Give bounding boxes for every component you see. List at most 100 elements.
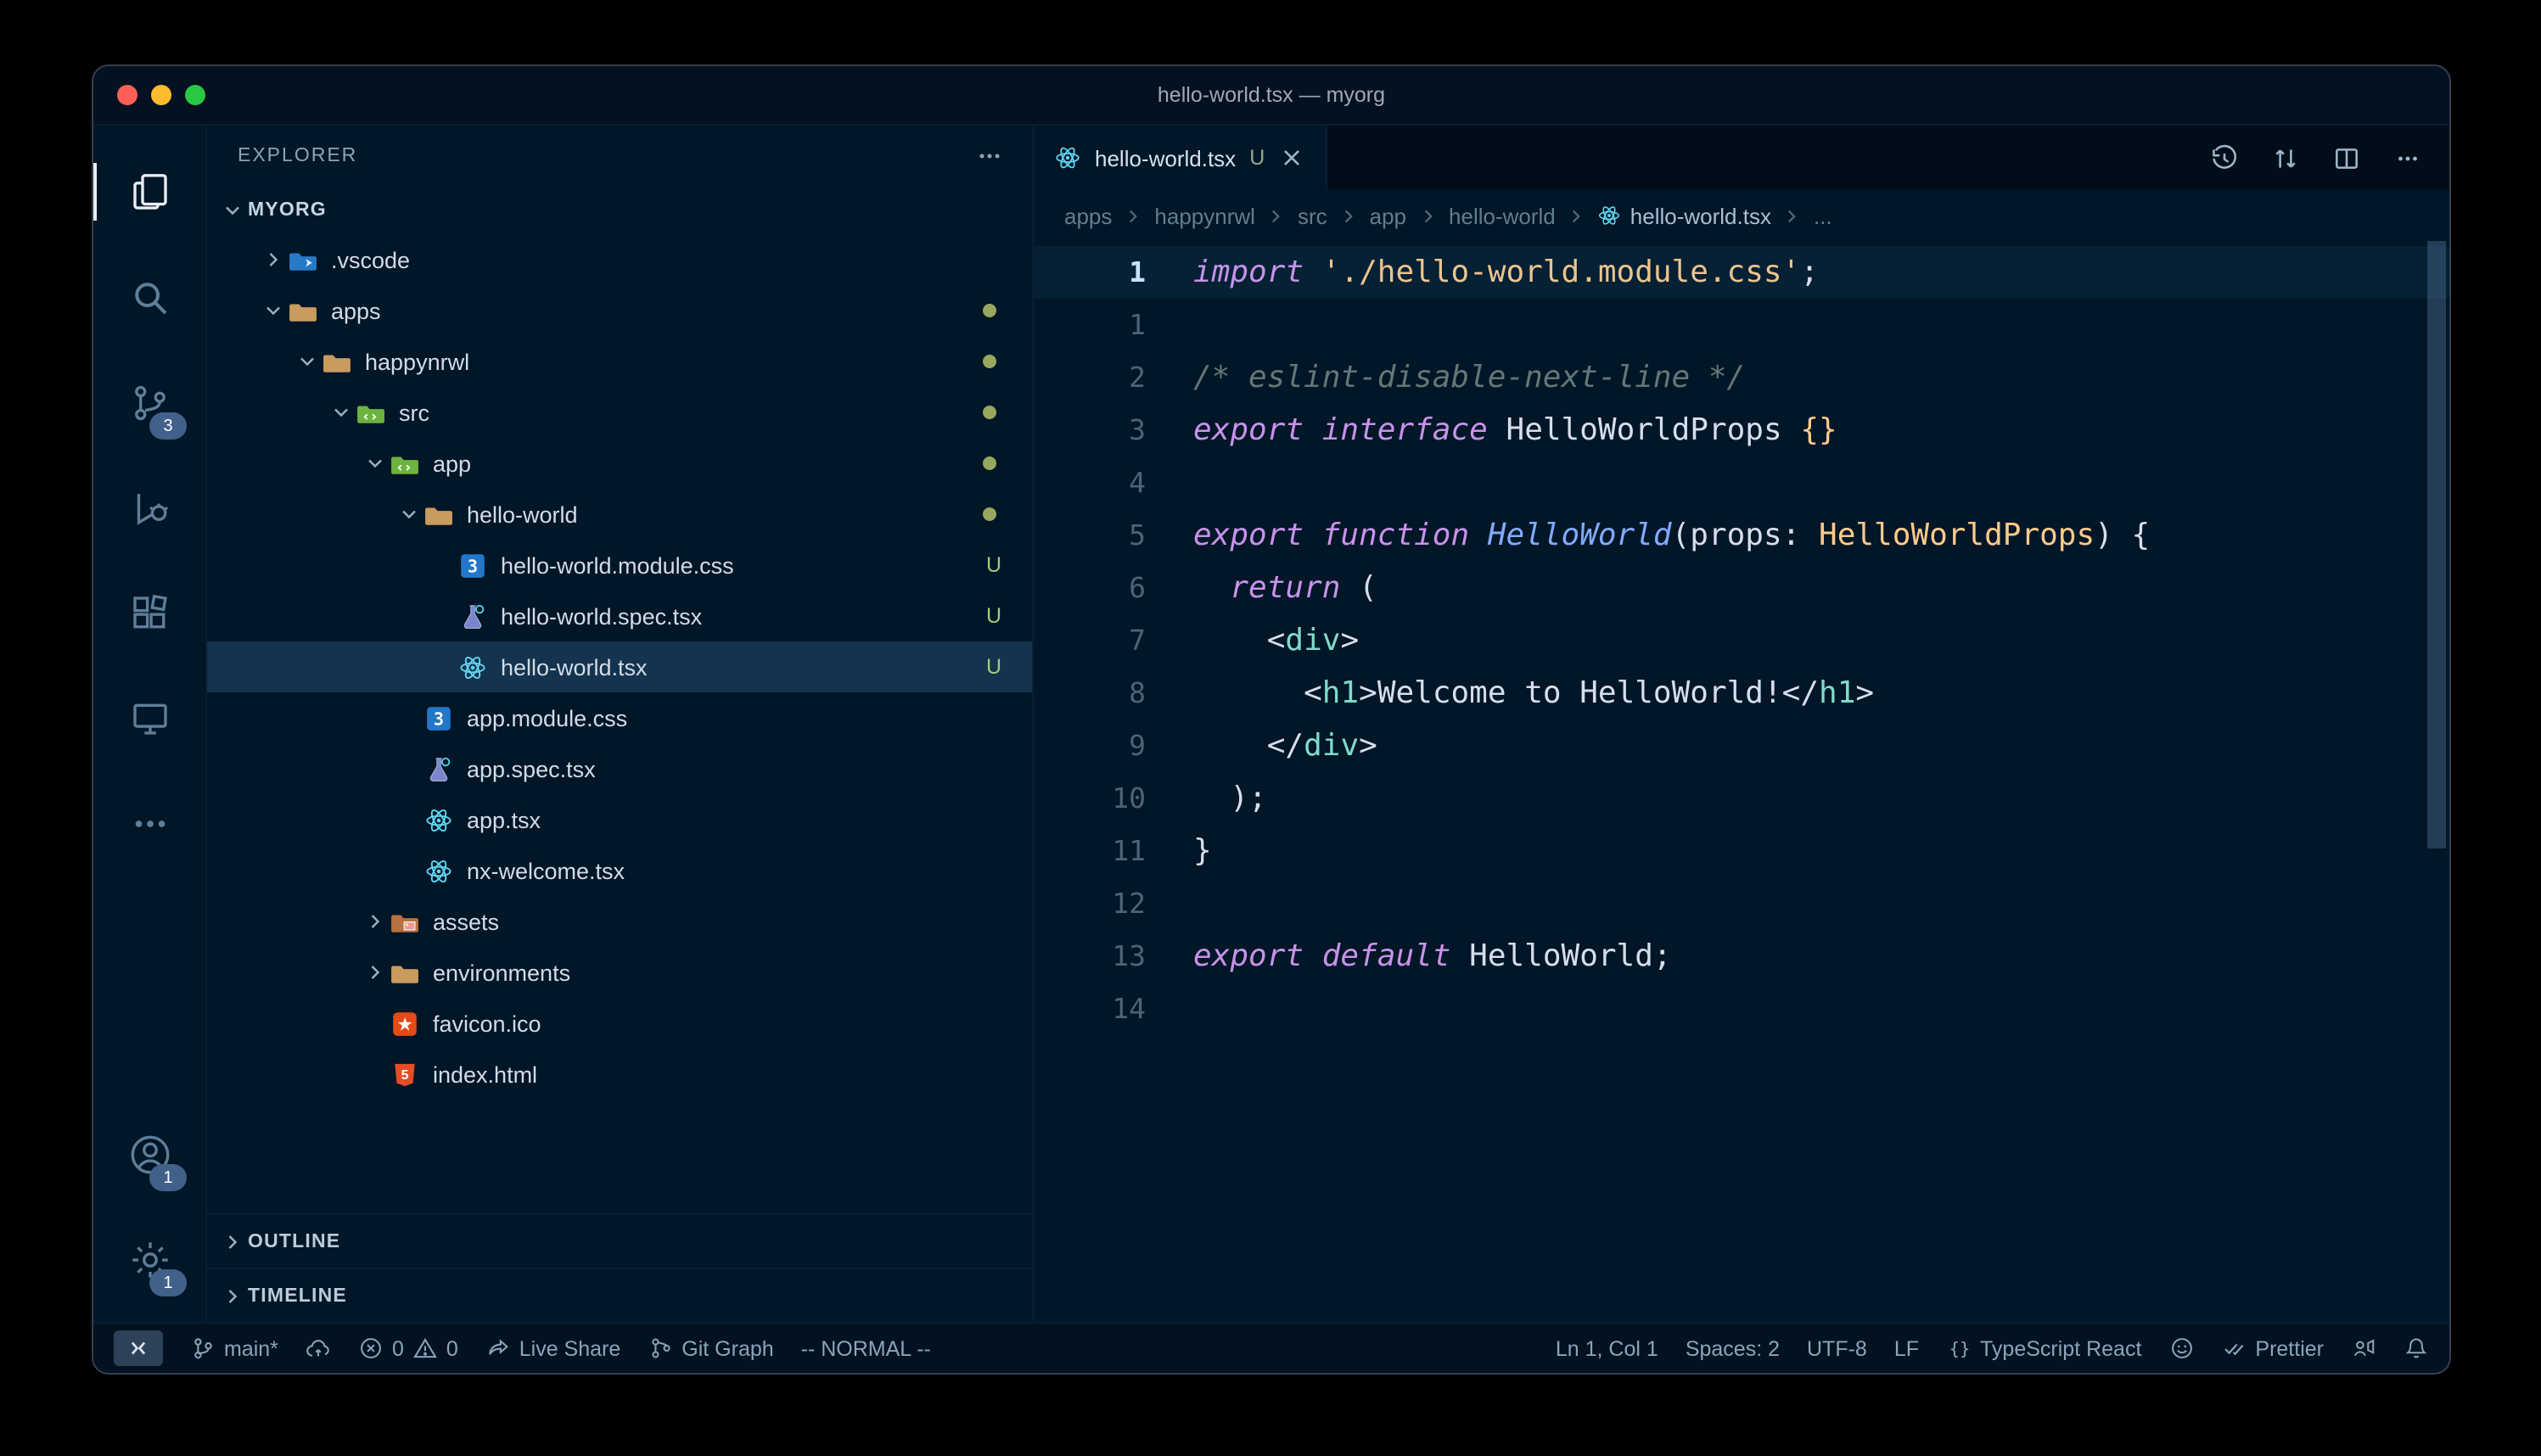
split-editor-icon[interactable] bbox=[2332, 143, 2361, 172]
section-timeline[interactable]: TIMELINE bbox=[207, 1268, 1032, 1322]
breadcrumb-hello-world.tsx[interactable]: hello-world.tsx bbox=[1598, 203, 1771, 228]
activity-item-search[interactable] bbox=[93, 244, 205, 350]
breadcrumb-hello-world[interactable]: hello-world bbox=[1449, 203, 1556, 228]
chevron-right-icon bbox=[1265, 204, 1287, 227]
status-sync-changes[interactable] bbox=[306, 1336, 331, 1361]
code-text bbox=[1146, 299, 1193, 351]
status-notifications[interactable] bbox=[2404, 1336, 2429, 1361]
tree-item-app.spec.tsx[interactable]: app.spec.tsx bbox=[207, 743, 1032, 794]
tree-item-.vscode[interactable]: .vscode bbox=[207, 234, 1032, 285]
breadcrumb-src[interactable]: src bbox=[1298, 203, 1327, 228]
status-git-branch[interactable]: main* bbox=[190, 1336, 278, 1361]
chevron-right-icon bbox=[217, 1228, 248, 1255]
tabs: hello-world.tsxU bbox=[1034, 126, 1327, 190]
breadcrumb-app[interactable]: app bbox=[1370, 203, 1406, 228]
code-text: ); bbox=[1146, 772, 1267, 825]
status-indentation[interactable]: Spaces: 2 bbox=[1686, 1336, 1780, 1360]
status-bar: main* 00 Live Share Git Graph -- NORMAL -- L… bbox=[93, 1322, 2449, 1373]
tree-item-label: favicon.ico bbox=[433, 1011, 541, 1036]
compare-icon[interactable] bbox=[2271, 143, 2300, 172]
tree-item-app.module.css[interactable]: 3app.module.css bbox=[207, 692, 1032, 743]
tree-item-app[interactable]: app bbox=[207, 438, 1032, 489]
code-text: import './hello-world.module.css'; bbox=[1146, 246, 1819, 299]
status-live-share[interactable]: Live Share bbox=[485, 1336, 621, 1361]
git-modified-dot bbox=[983, 456, 996, 470]
explorer-sidebar: EXPLORER MYORG .vscodeappshappynrwlsrcap… bbox=[207, 126, 1034, 1322]
ellipsis-icon[interactable] bbox=[974, 141, 1005, 171]
live-share-icon bbox=[485, 1336, 511, 1361]
activity-bar: 3 11 bbox=[93, 126, 207, 1322]
tree-item-app.tsx[interactable]: app.tsx bbox=[207, 794, 1032, 845]
status-encoding[interactable]: UTF-8 bbox=[1807, 1336, 1867, 1360]
activity-item-more-views[interactable] bbox=[93, 770, 205, 876]
tree-item-label: hello-world bbox=[467, 501, 578, 527]
tree-item-hello-world[interactable]: hello-world bbox=[207, 489, 1032, 540]
tree-item-hello-world.module.css[interactable]: 3hello-world.module.cssU bbox=[207, 540, 1032, 591]
breadcrumb-happynrwl[interactable]: happynrwl bbox=[1154, 203, 1255, 228]
tree-item-hello-world.tsx[interactable]: hello-world.tsxU bbox=[207, 641, 1032, 692]
src-folder-icon bbox=[356, 398, 387, 427]
ellipsis-icon[interactable] bbox=[2393, 143, 2422, 172]
line-number: 1 bbox=[1034, 299, 1146, 351]
status-bar-right: Ln 1, Col 1 Spaces: 2 UTF-8 LF {}TypeScript … bbox=[1556, 1336, 2429, 1361]
warning-icon bbox=[412, 1336, 438, 1361]
tree-item-label: hello-world.spec.tsx bbox=[501, 603, 702, 629]
breadcrumb-label: hello-world bbox=[1449, 203, 1556, 228]
tree-item-src[interactable]: src bbox=[207, 387, 1032, 438]
close-icon[interactable] bbox=[1278, 144, 1305, 171]
minimize-button[interactable] bbox=[151, 85, 171, 105]
code-line: 5export function HelloWorld(props: Hello… bbox=[1034, 509, 2449, 562]
breadcrumb-label: app bbox=[1370, 203, 1406, 228]
tree-item-hello-world.spec.tsx[interactable]: hello-world.spec.tsxU bbox=[207, 591, 1032, 641]
tree-item-assets[interactable]: assets bbox=[207, 896, 1032, 947]
status-remote-indicator[interactable] bbox=[114, 1330, 163, 1366]
status-label: Spaces: 2 bbox=[1686, 1336, 1780, 1360]
status-prettier[interactable]: Prettier bbox=[2221, 1336, 2324, 1361]
zoom-button[interactable] bbox=[185, 85, 205, 105]
scrollbar[interactable] bbox=[2427, 241, 2446, 848]
status-cursor-position[interactable]: Ln 1, Col 1 bbox=[1556, 1336, 1658, 1360]
breadcrumb-...[interactable]: ... bbox=[1814, 203, 1832, 228]
status-eol[interactable]: LF bbox=[1894, 1336, 1919, 1360]
svg-text:{}: {} bbox=[1949, 1339, 1970, 1359]
status-vim-mode[interactable]: -- NORMAL -- bbox=[801, 1336, 931, 1360]
tree-item-label: src bbox=[399, 400, 429, 425]
chevron-down-icon bbox=[217, 197, 248, 224]
close-button[interactable] bbox=[117, 85, 137, 105]
chevron-right-icon bbox=[1781, 204, 1803, 227]
section-outline[interactable]: OUTLINE bbox=[207, 1213, 1032, 1268]
tree-item-nx-welcome.tsx[interactable]: nx-welcome.tsx bbox=[207, 845, 1032, 896]
tab-label: hello-world.tsx bbox=[1095, 145, 1236, 171]
status-language-mode[interactable]: {}TypeScript React bbox=[1946, 1336, 2141, 1361]
tree-item-happynrwl[interactable]: happynrwl bbox=[207, 336, 1032, 387]
activity-item-source-control[interactable]: 3 bbox=[93, 350, 205, 455]
line-number: 10 bbox=[1034, 772, 1146, 825]
test-icon bbox=[458, 602, 489, 630]
tree-item-apps[interactable]: apps bbox=[207, 285, 1032, 336]
tree-item-favicon.ico[interactable]: ★favicon.ico bbox=[207, 998, 1032, 1049]
code-editor[interactable]: 1import './hello-world.module.css';12/* … bbox=[1034, 241, 2449, 1322]
editor-tab-hello-world.tsx[interactable]: hello-world.tsxU bbox=[1034, 126, 1327, 190]
history-icon[interactable] bbox=[2210, 143, 2239, 172]
tree-item-index.html[interactable]: 5index.html bbox=[207, 1049, 1032, 1100]
tree-item-environments[interactable]: environments bbox=[207, 947, 1032, 998]
chevron-right-icon bbox=[360, 908, 390, 935]
activity-item-explorer[interactable] bbox=[93, 139, 205, 244]
git-modified-dot bbox=[983, 304, 996, 317]
test-icon bbox=[424, 754, 455, 783]
tree-item-label: app.spec.tsx bbox=[467, 756, 596, 781]
activity-item-accounts[interactable]: 1 bbox=[93, 1101, 205, 1207]
activity-badge: 3 bbox=[149, 412, 187, 440]
folder-icon bbox=[390, 958, 421, 987]
activity-item-settings[interactable]: 1 bbox=[93, 1207, 205, 1312]
breadcrumb-apps[interactable]: apps bbox=[1064, 203, 1112, 228]
status-git-graph[interactable]: Git Graph bbox=[648, 1336, 773, 1361]
activity-item-run-debug[interactable] bbox=[93, 455, 205, 560]
status-problems[interactable]: 00 bbox=[358, 1336, 458, 1361]
breadcrumb-label: ... bbox=[1814, 203, 1832, 228]
status-feedback[interactable] bbox=[2351, 1336, 2376, 1361]
section-myorg[interactable]: MYORG bbox=[207, 187, 1032, 234]
activity-item-remote-explorer[interactable] bbox=[93, 665, 205, 770]
activity-item-extensions[interactable] bbox=[93, 560, 205, 665]
status-copilot[interactable] bbox=[2168, 1336, 2194, 1361]
